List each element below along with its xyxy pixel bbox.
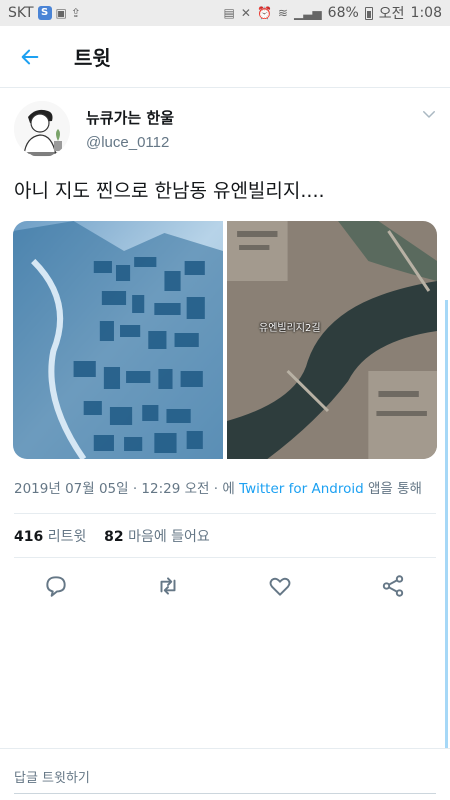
tweet-date: 2019년 07월 05일 · 12:29 오전 · 에	[14, 481, 235, 497]
satellite-graphic	[227, 221, 437, 459]
satellite-image[interactable]: 유엔빌리지2길	[227, 221, 437, 459]
reply-input[interactable]: 답글 트윗하기	[14, 767, 90, 786]
battery-icon	[364, 6, 373, 20]
chevron-down-icon[interactable]	[420, 105, 438, 123]
share-icon[interactable]	[380, 573, 406, 599]
nfc-icon: ▤	[223, 6, 235, 20]
tweet-meta: 2019년 07월 05일 · 12:29 오전 · 에 Twitter for…	[14, 477, 422, 497]
divider	[14, 513, 436, 514]
reply-bar: 답글 트윗하기	[0, 748, 450, 800]
retweets-count[interactable]: 416	[14, 529, 43, 545]
scrollbar[interactable]	[445, 300, 448, 750]
back-button[interactable]	[0, 26, 60, 88]
app-header: 트윗	[0, 26, 450, 88]
signal-icon: ▁▃▅	[293, 6, 322, 20]
client-link[interactable]: Twitter for Android	[239, 481, 364, 497]
retweets-label[interactable]: 리트윗	[48, 529, 87, 545]
map-place-label: 유엔빌리지2길	[259, 323, 321, 334]
tweet-media: 유엔빌리지2길	[13, 221, 437, 459]
city-map-image[interactable]	[13, 221, 223, 459]
clock-ampm: 오전	[378, 6, 405, 22]
author-name[interactable]: 뉴큐가는 한울	[86, 107, 174, 128]
wifi-icon: ≋	[277, 6, 288, 20]
mute-icon: ✕	[240, 6, 251, 20]
tweet-text: 아니 지도 찐으로 한남동 유엔빌리지....	[14, 180, 325, 202]
avatar-illustration	[14, 101, 70, 157]
client-suffix: 앱을 통해	[367, 481, 422, 497]
carrier-label: SKT	[8, 5, 34, 21]
author-handle[interactable]: @luce_0112	[86, 134, 169, 151]
reply-icon[interactable]	[43, 573, 69, 599]
arrow-left-icon	[21, 49, 39, 64]
status-right: ▤ ✕ ⏰ ≋ ▁▃▅ 68% 오전 1:08	[224, 3, 442, 23]
page-title: 트윗	[74, 46, 111, 70]
tweet-actions	[0, 567, 450, 605]
upload-icon: ⇪	[70, 6, 81, 20]
tweet-stats: 416 리트윗 82 마음에 들어요	[14, 526, 210, 546]
likes-count[interactable]: 82	[104, 529, 123, 545]
notification-icon: ▣	[55, 6, 67, 20]
reply-input-underline	[14, 793, 436, 794]
status-bar: SKT S ▣ ⇪ ▤ ✕ ⏰ ≋ ▁▃▅ 68% 오전 1:08	[0, 0, 450, 26]
carrier-badge-icon: S	[37, 6, 52, 20]
retweet-icon[interactable]	[155, 573, 181, 599]
divider	[14, 557, 436, 558]
tweet-author: 뉴큐가는 한울 @luce_0112	[0, 95, 450, 165]
avatar[interactable]	[14, 101, 70, 157]
status-left: SKT S ▣ ⇪	[8, 5, 81, 21]
clock-time: 1:08	[410, 5, 442, 21]
battery-percent: 68%	[327, 5, 359, 21]
city-map-graphic	[13, 221, 223, 459]
heart-icon[interactable]	[267, 573, 293, 599]
alarm-icon: ⏰	[256, 6, 272, 20]
likes-label[interactable]: 마음에 들어요	[128, 529, 210, 545]
